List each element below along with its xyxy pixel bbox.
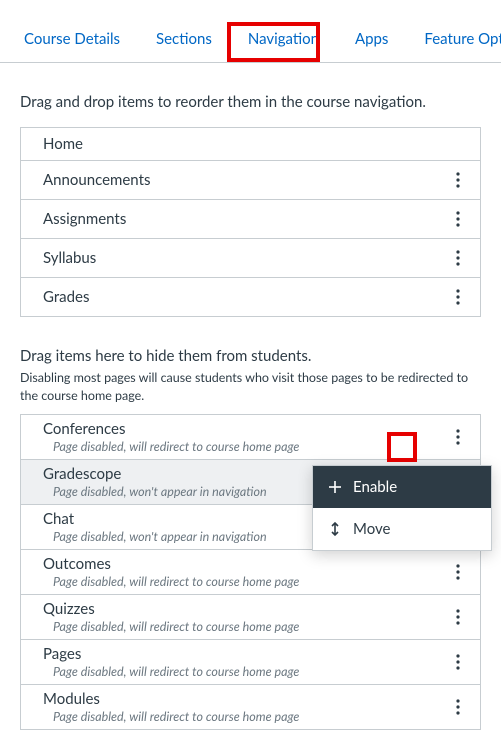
kebab-icon[interactable] [446,650,470,674]
nav-item-label: Conferences [43,420,446,438]
nav-item[interactable]: Home [21,128,480,161]
nav-item-label: Pages [43,645,446,663]
tab-apps[interactable]: Apps [351,20,392,62]
nav-item-sub: Page disabled, will redirect to course h… [43,439,446,454]
nav-item-label: Quizzes [43,600,446,618]
nav-item-sub: Page disabled, will redirect to course h… [43,574,446,589]
enabled-description: Drag and drop items to reorder them in t… [0,63,501,127]
tab-course-details[interactable]: Course Details [20,20,124,62]
nav-item-label: Grades [43,288,89,306]
nav-item-label: Outcomes [43,555,446,573]
kebab-icon[interactable] [446,605,470,629]
nav-item[interactable]: Modules Page disabled, will redirect to … [21,685,480,729]
nav-item[interactable]: Announcements [21,161,480,200]
nav-item[interactable]: Pages Page disabled, will redirect to co… [21,640,480,685]
menu-move-label: Move [353,520,390,538]
nav-item[interactable]: Assignments [21,200,480,239]
nav-item-sub: Page disabled, will redirect to course h… [43,709,446,724]
nav-item-label: Syllabus [43,249,96,267]
tab-navigation[interactable]: Navigation [244,20,323,62]
hidden-nav-list: Conferences Page disabled, will redirect… [20,414,481,730]
kebab-icon[interactable] [446,695,470,719]
nav-item-label: Announcements [43,171,150,189]
hidden-description: Drag items here to hide them from studen… [20,347,481,365]
nav-item-sub: Page disabled, will redirect to course h… [43,619,446,634]
tab-sections[interactable]: Sections [152,20,216,62]
kebab-icon[interactable] [446,425,470,449]
nav-item[interactable]: Conferences Page disabled, will redirect… [21,415,480,460]
nav-item[interactable]: Quizzes Page disabled, will redirect to … [21,595,480,640]
nav-item[interactable]: Outcomes Page disabled, will redirect to… [21,550,480,595]
move-icon [327,521,343,537]
context-menu: Enable Move [312,465,492,551]
enabled-nav-list: Home Announcements Assignments Syllabus … [20,127,481,317]
kebab-icon[interactable] [446,560,470,584]
menu-enable-label: Enable [353,478,397,496]
menu-enable[interactable]: Enable [313,466,491,508]
nav-item[interactable]: Syllabus [21,239,480,278]
menu-move[interactable]: Move [313,508,491,550]
nav-item-label: Assignments [43,210,126,228]
kebab-icon[interactable] [446,285,470,309]
hidden-sub-description: Disabling most pages will cause students… [20,369,481,404]
nav-item-label: Modules [43,690,446,708]
plus-icon [327,479,343,495]
kebab-icon[interactable] [446,207,470,231]
nav-item[interactable]: Grades [21,278,480,316]
kebab-icon[interactable] [446,246,470,270]
kebab-icon[interactable] [446,168,470,192]
settings-tabs: Course Details Sections Navigation Apps … [0,0,501,63]
nav-item-label: Home [43,135,83,153]
nav-item-sub: Page disabled, will redirect to course h… [43,664,446,679]
tab-feature-options[interactable]: Feature Options [420,20,501,62]
